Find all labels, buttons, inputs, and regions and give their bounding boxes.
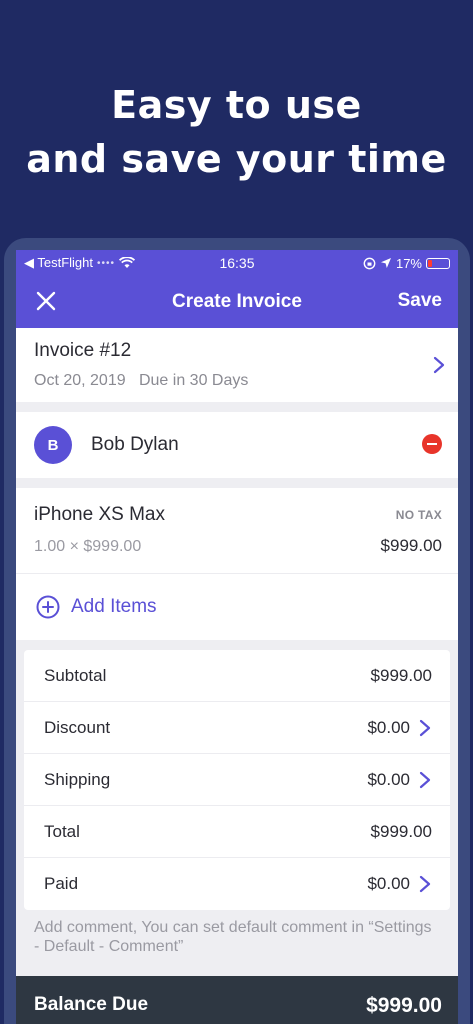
status-time: 16:35 [219, 255, 255, 271]
paid-value: $0.00 [367, 874, 410, 893]
save-button[interactable]: Save [398, 290, 442, 312]
headline: Easy to use and save your time [0, 78, 473, 186]
shipping-label: Shipping [44, 769, 111, 789]
invoice-due: Due in 30 Days [138, 372, 249, 389]
phone-frame: ◀ TestFlight •••• 16:35 17% Create Invoi… [4, 238, 470, 1024]
shipping-value: $0.00 [367, 769, 410, 789]
totals-section: Subtotal $999.00 Discount $0.00 Shipping [16, 650, 458, 910]
subtotal-label: Subtotal [44, 665, 107, 685]
item-name: iPhone XS Max [34, 504, 165, 525]
client-row[interactable]: B Bob Dylan [16, 412, 458, 478]
list-item[interactable]: iPhone XS Max 1.00 × $999.00 NO TAX $999… [16, 488, 458, 574]
chevron-right-icon [419, 771, 431, 788]
paid-label: Paid [44, 874, 79, 893]
nav-row: Create Invoice Save [16, 276, 458, 328]
status-bar: ◀ TestFlight •••• 16:35 17% [16, 250, 458, 276]
app-screen: ◀ TestFlight •••• 16:35 17% Create Invoi… [16, 250, 458, 1024]
remove-client-icon[interactable] [422, 434, 442, 454]
item-qty-price: 1.00 × $999.00 [34, 538, 142, 555]
discount-value: $0.00 [367, 717, 410, 737]
balance-label: Balance Due [34, 994, 149, 1015]
add-items-label: Add Items [71, 596, 157, 617]
item-tax-label: NO TAX [395, 508, 442, 522]
total-label: Total [44, 821, 80, 841]
total-value: $999.00 [370, 821, 432, 841]
invoice-date: Oct 20, 2019 [34, 372, 126, 389]
balance-due-bar: Balance Due $999.00 [16, 976, 458, 1024]
plus-circle-icon [36, 595, 60, 619]
headline-line-1: Easy to use [111, 83, 362, 127]
page-title: Create Invoice [172, 291, 302, 312]
invoice-info-row[interactable]: Invoice #12 Oct 20, 2019 Due in 30 Days [16, 328, 458, 402]
invoice-number: Invoice #12 [34, 340, 132, 361]
chevron-right-icon [433, 356, 445, 374]
headline-line-2: and save your time [26, 137, 447, 181]
chevron-right-icon [419, 719, 431, 736]
discount-row[interactable]: Discount $0.00 [24, 702, 450, 754]
balance-value: $999.00 [366, 994, 442, 1017]
items-section: iPhone XS Max 1.00 × $999.00 NO TAX $999… [16, 488, 458, 640]
battery-icon [426, 257, 450, 269]
item-amount: $999.00 [380, 536, 442, 555]
add-items-button[interactable]: Add Items [16, 574, 458, 640]
chevron-right-icon [419, 875, 431, 893]
invoice-dates: Oct 20, 2019 Due in 30 Days [34, 372, 440, 390]
subtotal-row: Subtotal $999.00 [24, 650, 450, 702]
paid-row[interactable]: Paid $0.00 [24, 858, 450, 910]
client-name: Bob Dylan [91, 434, 179, 455]
avatar: B [34, 426, 72, 464]
comment-field[interactable]: Add comment, You can set default comment… [16, 910, 458, 962]
subtotal-value: $999.00 [370, 665, 432, 685]
close-icon[interactable] [34, 289, 58, 313]
discount-label: Discount [44, 717, 111, 737]
top-bar: ◀ TestFlight •••• 16:35 17% Create Invoi… [16, 250, 458, 328]
total-row: Total $999.00 [24, 806, 450, 858]
shipping-row[interactable]: Shipping $0.00 [24, 754, 450, 806]
